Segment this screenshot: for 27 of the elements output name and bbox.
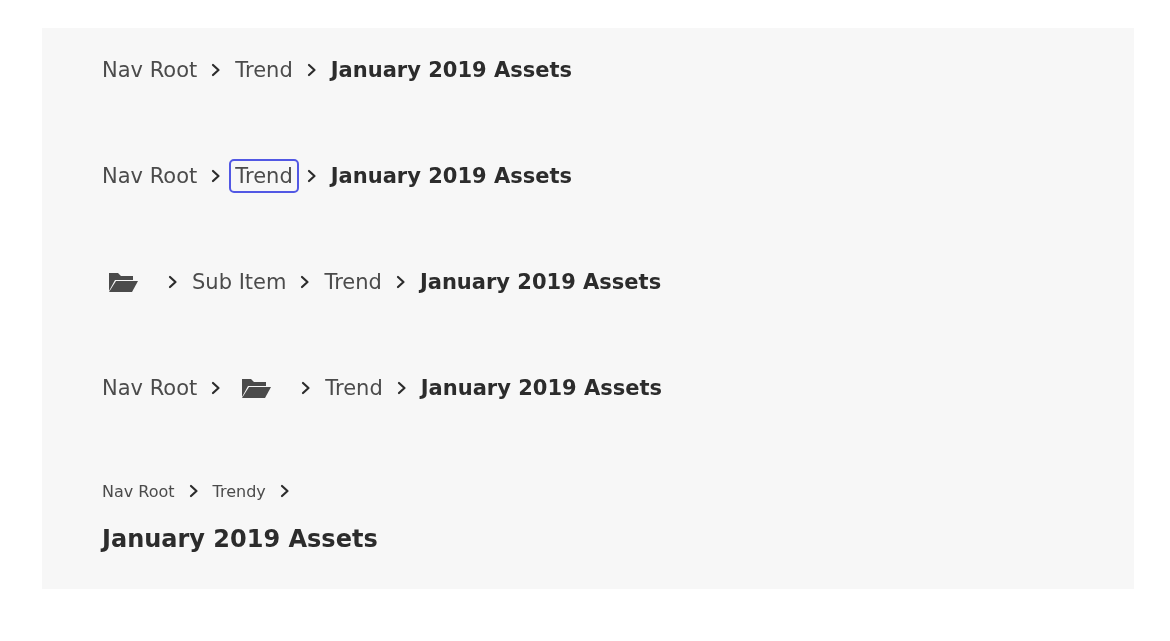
- breadcrumb-link[interactable]: Nav Root: [96, 371, 204, 405]
- chevron-icon: [395, 275, 406, 289]
- chevron-icon: [300, 275, 311, 289]
- current-page-title: January 2019 Assets: [417, 269, 663, 296]
- chevron-icon: [306, 63, 317, 77]
- chevron-icon: [279, 484, 290, 498]
- current-page-title: January 2019 Assets: [328, 57, 573, 84]
- breadcrumb-link[interactable]: Trend: [229, 159, 299, 193]
- breadcrumb-link[interactable]: Trend: [229, 53, 299, 87]
- breadcrumb-link[interactable]: Sub Item: [186, 265, 293, 299]
- breadcrumb-link[interactable]: Nav Root: [96, 159, 204, 193]
- current-page-title: January 2019 Assets: [328, 163, 573, 190]
- current-page-title: January 2019 Assets: [418, 375, 663, 402]
- chevron-icon: [211, 381, 222, 395]
- breadcrumb-link[interactable]: Trendy: [206, 476, 272, 506]
- chevron-icon: [168, 275, 178, 289]
- chevron-icon: [211, 63, 222, 77]
- chevron-icon: [211, 169, 222, 183]
- chevron-icon: [188, 484, 199, 498]
- chevron-icon: [301, 381, 312, 395]
- chevron-icon: [396, 381, 407, 395]
- current-page-title: January 2019 Assets: [99, 524, 379, 555]
- chevron-icon: [306, 169, 317, 183]
- breadcrumb-link[interactable]: Nav Root: [96, 476, 181, 506]
- breadcrumb-link[interactable]: Trend: [318, 265, 388, 299]
- breadcrumb-link[interactable]: Trend: [319, 371, 389, 405]
- breadcrumb-link[interactable]: Nav Root: [96, 53, 204, 87]
